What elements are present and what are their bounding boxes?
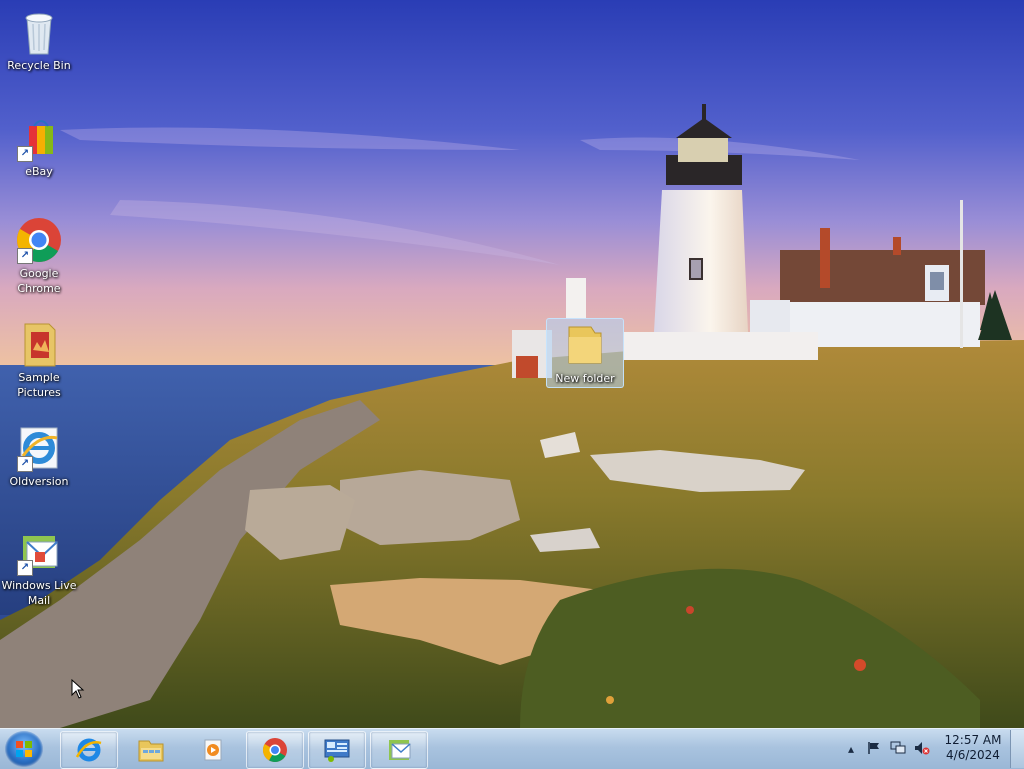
folder-icon [568, 326, 602, 364]
desktop-icon-google-chrome[interactable]: ↗ Google Chrome [1, 216, 77, 296]
taskbar: ▴ 12:57 AM 4/6/2024 [0, 728, 1024, 769]
desktop-icon-oldversion[interactable]: ↗ Oldversion [1, 424, 77, 489]
taskbar-explorer-button[interactable] [122, 731, 180, 769]
recycle-bin-icon [25, 13, 53, 55]
shortcut-arrow-icon: ↗ [17, 248, 33, 264]
flag-icon [868, 742, 879, 754]
taskbar-ie-button[interactable] [60, 731, 118, 769]
desktop-icon-new-folder[interactable]: New folder [546, 318, 624, 388]
folder-icon [24, 323, 56, 367]
desktop-icon-label: Oldversion [9, 475, 69, 488]
mail-icon [389, 740, 411, 760]
ie-icon [75, 738, 102, 762]
shortcut-arrow-icon: ↗ [17, 456, 33, 472]
windows-logo-icon [16, 741, 32, 757]
explorer-icon [138, 740, 164, 762]
show-hidden-icons-button[interactable]: ▴ [843, 741, 859, 757]
action-center-flag-icon[interactable] [866, 741, 882, 757]
mouse-cursor-icon [71, 679, 85, 699]
system-clock[interactable]: 12:57 AM 4/6/2024 [938, 733, 1008, 763]
desktop-icon-label: Sample Pictures [17, 371, 61, 399]
clock-time: 12:57 AM [944, 733, 1002, 747]
media-player-icon [204, 739, 222, 761]
desktop-icon-label: eBay [25, 165, 53, 178]
desktop-icon-recycle-bin[interactable]: Recycle Bin [1, 8, 77, 73]
taskbar-mail-button[interactable] [370, 731, 428, 769]
desktop-icon-label: Windows Live Mail [1, 579, 77, 607]
desktop-icon-ebay[interactable]: ↗ eBay [1, 114, 77, 179]
wallpaper-lighthouse [0, 0, 1024, 728]
taskbar-control-panel-button[interactable] [308, 731, 366, 769]
desktop-icon-label: Google Chrome [17, 267, 61, 295]
desktop-icon-windows-live-mail[interactable]: ↗ Windows Live Mail [1, 528, 77, 608]
network-icon [890, 741, 906, 754]
speaker-muted-icon [915, 742, 930, 755]
clock-date: 4/6/2024 [946, 748, 1000, 762]
shortcut-arrow-icon: ↗ [17, 560, 33, 576]
network-icon[interactable] [890, 741, 906, 757]
shortcut-arrow-icon: ↗ [17, 146, 33, 162]
volume-muted-icon[interactable] [914, 741, 930, 757]
chrome-icon [262, 738, 287, 763]
desktop-icon-sample-pictures[interactable]: Sample Pictures [1, 320, 77, 400]
taskbar-chrome-button[interactable] [246, 731, 304, 769]
control-panel-icon [324, 739, 350, 762]
desktop-icon-label: Recycle Bin [7, 59, 71, 72]
show-desktop-button[interactable] [1010, 730, 1024, 768]
desktop-icon-label: New folder [555, 372, 615, 385]
taskbar-media-player-button[interactable] [184, 731, 242, 769]
start-button[interactable] [5, 731, 43, 767]
desktop-background[interactable]: Recycle Bin ↗ eBay ↗ Google Chrome Sampl… [0, 0, 1024, 728]
